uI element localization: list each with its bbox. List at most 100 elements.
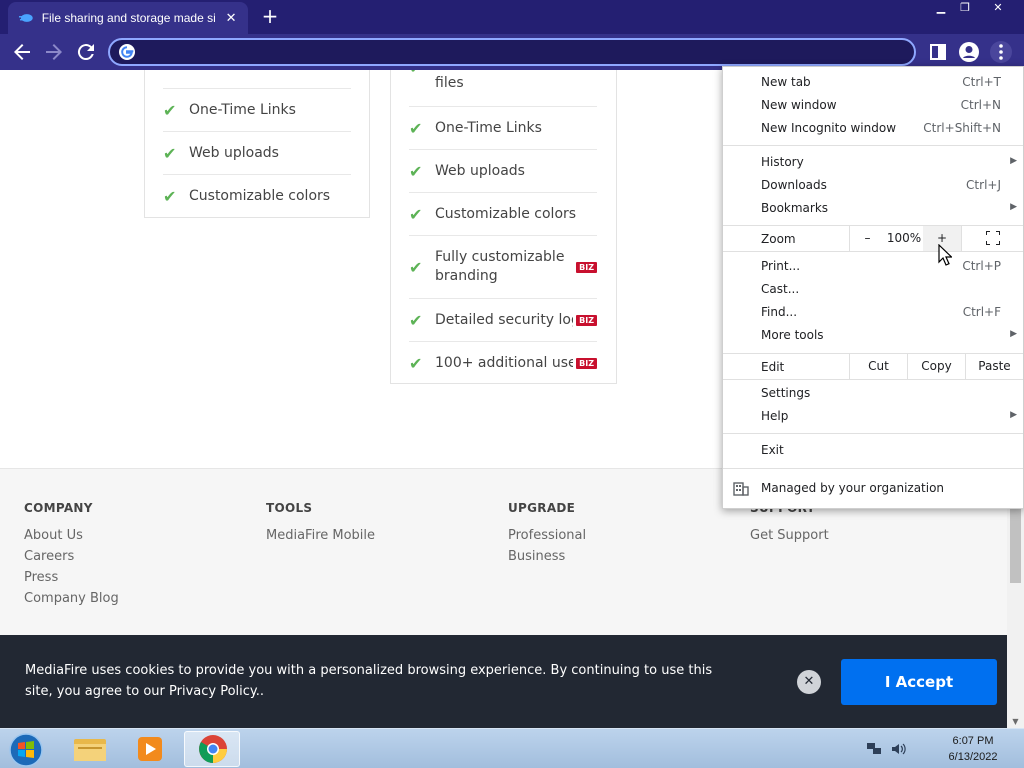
biz-badge: BIZ <box>576 261 597 273</box>
windows-taskbar: 6:07 PM 6/13/2022 <box>0 728 1024 768</box>
volume-icon[interactable] <box>890 741 906 757</box>
check-icon: ✔ <box>163 143 177 163</box>
menu-item-exit[interactable]: Exit <box>723 440 1023 462</box>
feature-label: Web uploads <box>189 144 279 161</box>
menu-item-find[interactable]: Find... Ctrl+F <box>723 302 1023 324</box>
fullscreen-icon <box>984 230 1001 246</box>
menu-item-new-tab[interactable]: New tab Ctrl+T <box>723 72 1023 94</box>
google-icon <box>119 44 135 60</box>
network-icon[interactable] <box>866 741 882 757</box>
footer-link-blog[interactable]: Company Blog <box>24 588 119 609</box>
restore-button[interactable]: ❐ <box>950 0 980 18</box>
feature-row: ✔ One-Time Links <box>409 107 597 150</box>
footer-link-careers[interactable]: Careers <box>24 546 119 567</box>
profile-avatar-icon[interactable] <box>958 41 980 63</box>
menu-separator <box>723 145 1023 146</box>
submenu-arrow-icon: ▶ <box>1010 410 1017 420</box>
menu-separator <box>723 433 1023 434</box>
back-button[interactable] <box>10 40 34 64</box>
edit-row: Edit Cut Copy Paste <box>723 354 1023 379</box>
submenu-arrow-icon: ▶ <box>1010 329 1017 339</box>
reload-button[interactable] <box>74 40 98 64</box>
check-icon: ✔ <box>409 70 429 77</box>
browser-toolbar <box>0 34 1024 70</box>
browser-tab[interactable]: File sharing and storage made simple ✕ <box>8 2 248 34</box>
footer-link-press[interactable]: Press <box>24 567 119 588</box>
check-icon: ✔ <box>163 187 177 206</box>
menu-item-print[interactable]: Print... Ctrl+P <box>723 256 1023 278</box>
taskbar-chrome-button[interactable] <box>184 731 240 767</box>
tab-close-icon[interactable]: ✕ <box>224 11 238 26</box>
menu-item-more-tools[interactable]: More tools ▶ <box>723 325 1023 347</box>
mediafire-logo-icon <box>18 14 33 22</box>
check-icon: ✔ <box>163 100 177 120</box>
zoom-row: Zoom – 100% + <box>723 226 1023 251</box>
fullscreen-button[interactable] <box>961 226 1023 251</box>
new-tab-button[interactable]: + <box>258 5 282 29</box>
footer-link-about[interactable]: About Us <box>24 525 119 546</box>
biz-badge: BIZ <box>576 358 597 369</box>
edit-label: Edit <box>761 360 785 374</box>
menu-item-settings[interactable]: Settings <box>723 383 1023 405</box>
feature-row: files <box>163 70 351 89</box>
footer-heading: COMPANY <box>24 501 93 515</box>
menu-separator <box>723 379 1023 380</box>
feature-row: ✔ Detailed security log BIZ <box>409 299 597 342</box>
paste-button[interactable]: Paste <box>965 354 1023 379</box>
copy-button[interactable]: Copy <box>907 354 965 379</box>
footer-heading: UPGRADE <box>508 501 576 515</box>
menu-item-managed[interactable]: Managed by your organization <box>723 478 1023 500</box>
forward-arrow-icon <box>46 44 62 60</box>
menu-item-new-window[interactable]: New window Ctrl+N <box>723 95 1023 117</box>
footer-link-professional[interactable]: Professional <box>508 525 586 546</box>
feature-row: ✔ Customizable colors <box>409 193 597 236</box>
zoom-out-button[interactable]: – <box>849 226 885 251</box>
menu-separator <box>723 251 1023 252</box>
zoom-level: 100% <box>886 231 922 245</box>
feature-label: Customizable colors <box>435 205 577 222</box>
address-bar[interactable] <box>108 38 916 66</box>
scroll-down-arrow-icon[interactable]: ▼ <box>1011 717 1020 726</box>
menu-item-incognito[interactable]: New Incognito window Ctrl+Shift+N <box>723 118 1023 140</box>
submenu-arrow-icon: ▶ <box>1010 156 1017 166</box>
menu-separator <box>723 468 1023 469</box>
footer-column-upgrade: UPGRADE Professional Business <box>508 501 586 567</box>
check-icon: ✔ <box>409 161 423 181</box>
footer-link-business[interactable]: Business <box>508 546 586 567</box>
browser-titlebar: File sharing and storage made simple ✕ +… <box>0 0 1024 34</box>
feature-label: Detailed security log <box>435 311 573 328</box>
forward-button[interactable] <box>42 40 66 64</box>
file-explorer-icon[interactable] <box>62 731 118 767</box>
clock-date: 6/13/2022 <box>948 751 998 763</box>
feature-label: 100+ additional user <box>435 355 573 371</box>
menu-item-history[interactable]: History ▶ <box>723 152 1023 174</box>
menu-item-bookmarks[interactable]: Bookmarks ▶ <box>723 198 1023 220</box>
footer-link-mobile[interactable]: MediaFire Mobile <box>266 525 375 546</box>
check-icon: ✔ <box>409 354 423 373</box>
footer-column-tools: TOOLS MediaFire Mobile <box>266 501 375 546</box>
footer-column-company: COMPANY About Us Careers Press Company B… <box>24 501 119 609</box>
start-button-icon[interactable] <box>6 732 46 768</box>
cookie-close-icon[interactable]: ✕ <box>797 670 821 694</box>
biz-badge: BIZ <box>576 314 597 326</box>
menu-item-cast[interactable]: Cast... <box>723 279 1023 301</box>
system-clock[interactable]: 6:07 PM 6/13/2022 <box>938 733 1008 765</box>
chrome-main-menu: New tab Ctrl+T New window Ctrl+N New Incog… <box>722 66 1024 509</box>
menu-item-help[interactable]: Help ▶ <box>723 406 1023 428</box>
feature-label: files <box>435 75 464 91</box>
clock-time: 6:07 PM <box>952 735 994 747</box>
check-icon: ✔ <box>409 204 423 224</box>
chrome-icon <box>199 735 227 763</box>
footer-link-support[interactable]: Get Support <box>750 525 829 546</box>
check-icon: ✔ <box>409 118 423 138</box>
feature-row: ✔ Web uploads <box>163 132 351 175</box>
feature-row: ✔ Customizable colors <box>163 175 351 218</box>
more-menu-icon[interactable] <box>990 41 1012 63</box>
side-panel-icon[interactable] <box>927 41 949 63</box>
cut-button[interactable]: Cut <box>849 354 907 379</box>
menu-item-downloads[interactable]: Downloads Ctrl+J <box>723 175 1023 197</box>
window-close-button[interactable]: ✕ <box>978 0 1018 18</box>
plan-card-basic: files ✔ One-Time Links ✔ Web uploads ✔ C… <box>144 70 370 218</box>
media-player-icon[interactable] <box>122 731 178 767</box>
accept-cookies-button[interactable]: I Accept <box>841 659 997 705</box>
